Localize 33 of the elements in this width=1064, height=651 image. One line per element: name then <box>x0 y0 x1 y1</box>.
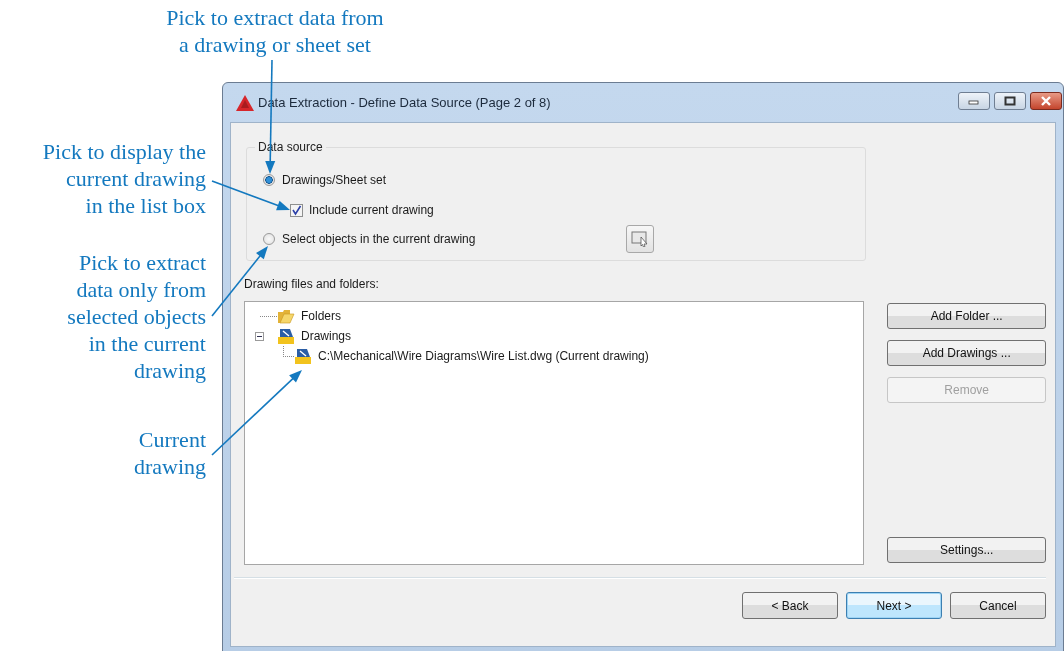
radio-button[interactable] <box>263 174 275 186</box>
wizard-button[interactable]: < Back <box>742 592 838 619</box>
callout-text: Pick to extract data only from selected objects in the current drawing <box>66 249 206 384</box>
drawing-file-icon <box>294 348 312 364</box>
triangle-logo-icon <box>236 94 254 111</box>
select-objects-button[interactable] <box>626 225 654 253</box>
wizard-button[interactable]: Cancel <box>950 592 1046 619</box>
dialog-button[interactable]: Settings... <box>887 537 1046 563</box>
callout-text: Pick to display the current drawing in the list box <box>41 138 206 219</box>
drawing-folder-icon <box>277 328 295 344</box>
radio-button[interactable] <box>263 233 275 245</box>
option-label: Drawings/Sheet set <box>282 173 387 187</box>
checkbox[interactable] <box>290 203 303 217</box>
tree-item[interactable]: C:\Mechanical\Wire Diagrams\Wire List.dwg (Current drawing) <box>318 349 649 363</box>
maximize-icon <box>1004 95 1016 106</box>
callout-text: Pick to extract data from a drawing or sheet set <box>165 4 385 58</box>
file-list-box[interactable]: Folders Drawings C:\Mechanical\Wire Diagrams\Wire List.dwg (Current drawing) <box>244 301 865 565</box>
collapse-icon[interactable] <box>255 331 264 341</box>
dialog-button[interactable]: Add Drawings ... <box>887 340 1046 366</box>
folder-icon <box>277 308 295 324</box>
tree-item[interactable]: Folders <box>301 309 341 323</box>
wizard-button[interactable]: Next > <box>846 592 942 619</box>
tree-item[interactable]: Drawings <box>301 329 351 343</box>
minimize-button[interactable] <box>958 91 990 110</box>
callout-text: Current drawing <box>132 426 206 480</box>
option-label: Include current drawing <box>309 203 434 217</box>
cursor-select-icon <box>631 231 649 247</box>
maximize-button[interactable] <box>994 91 1026 110</box>
option-label: Select objects in the current drawing <box>282 232 477 246</box>
dialog-button[interactable]: Add Folder ... <box>887 303 1046 329</box>
close-button[interactable] <box>1030 91 1062 110</box>
close-icon <box>1040 95 1052 106</box>
list-label: Drawing files and folders: <box>244 277 380 293</box>
